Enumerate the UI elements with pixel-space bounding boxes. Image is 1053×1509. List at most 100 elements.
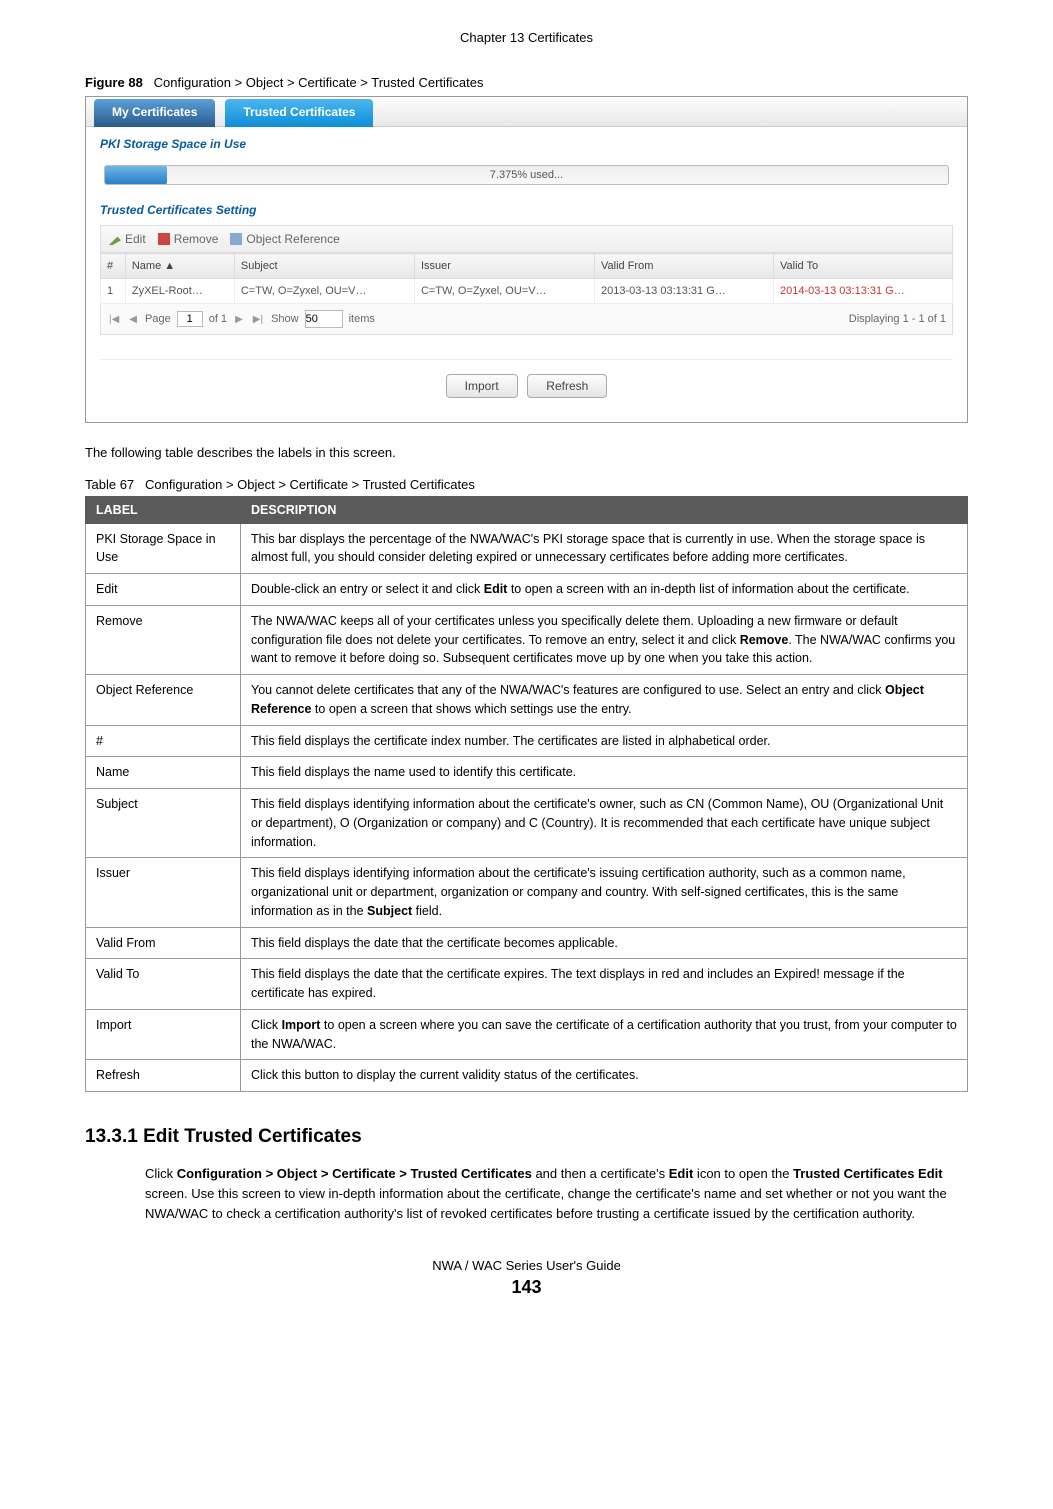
object-reference-label: Object Reference <box>246 232 339 246</box>
col-issuer[interactable]: Issuer <box>414 254 594 279</box>
pager-page-label: Page <box>145 313 171 325</box>
cell-name: ZyXEL-Root… <box>125 279 234 304</box>
pager-last-icon[interactable]: ▶| <box>251 314 265 325</box>
tab-bar: My Certificates Trusted Certificates <box>86 97 967 127</box>
section-body: Click Configuration > Object > Certifica… <box>145 1164 968 1224</box>
table-label: Table 67 <box>85 477 134 492</box>
pager-of-label: of 1 <box>209 313 227 325</box>
label-cell: Name <box>86 757 241 789</box>
object-reference-icon <box>230 233 242 245</box>
description-cell: You cannot delete certificates that any … <box>241 675 968 726</box>
pager: |◀ ◀ Page of 1 ▶ ▶| Show items Displayin… <box>100 304 953 335</box>
pager-page-input[interactable] <box>177 311 203 327</box>
table-row: IssuerThis field displays identifying in… <box>86 858 968 927</box>
label-cell: Subject <box>86 789 241 858</box>
tab-trusted-certificates[interactable]: Trusted Certificates <box>225 99 373 127</box>
footer-page: 143 <box>85 1277 968 1298</box>
description-cell: This bar displays the percentage of the … <box>241 523 968 574</box>
pager-prev-icon[interactable]: ◀ <box>127 314 139 325</box>
screenshot-panel: My Certificates Trusted Certificates PKI… <box>85 96 968 423</box>
trusted-setting-title: Trusted Certificates Setting <box>100 203 953 217</box>
label-cell: Issuer <box>86 858 241 927</box>
object-reference-button[interactable]: Object Reference <box>230 232 339 246</box>
remove-button[interactable]: Remove <box>158 232 219 246</box>
edit-label: Edit <box>125 232 146 246</box>
description-table: LABEL DESCRIPTION PKI Storage Space in U… <box>85 496 968 1093</box>
label-cell: Valid From <box>86 927 241 959</box>
table-caption: Table 67 Configuration > Object > Certif… <box>85 477 968 492</box>
section-heading: 13.3.1 Edit Trusted Certificates <box>85 1126 968 1148</box>
section-text-f: Trusted Certificates Edit <box>793 1166 943 1181</box>
description-cell: Click Import to open a screen where you … <box>241 1009 968 1060</box>
certificates-table: # Name ▲ Subject Issuer Valid From Valid… <box>100 253 953 304</box>
description-cell: Double-click an entry or select it and c… <box>241 574 968 606</box>
toolbar: Edit Remove Object Reference <box>100 225 953 253</box>
header-label: LABEL <box>86 496 241 523</box>
tab-my-certificates[interactable]: My Certificates <box>94 99 215 127</box>
cell-subject: C=TW, O=Zyxel, OU=V… <box>234 279 414 304</box>
footer-guide: NWA / WAC Series User's Guide <box>85 1258 968 1273</box>
pager-display-label: Displaying 1 - 1 of 1 <box>849 313 946 325</box>
description-cell: The NWA/WAC keeps all of your certificat… <box>241 605 968 674</box>
section-text-e: icon to open the <box>693 1166 793 1181</box>
label-cell: PKI Storage Space in Use <box>86 523 241 574</box>
table-row: RefreshClick this button to display the … <box>86 1060 968 1092</box>
cell-valid-to: 2014-03-13 03:13:31 G… <box>773 279 952 304</box>
pager-show-select[interactable] <box>305 310 343 328</box>
table-row[interactable]: 1 ZyXEL-Root… C=TW, O=Zyxel, OU=V… C=TW,… <box>101 279 953 304</box>
table-row: Object ReferenceYou cannot delete certif… <box>86 675 968 726</box>
description-cell: This field displays identifying informat… <box>241 789 968 858</box>
label-cell: Refresh <box>86 1060 241 1092</box>
figure-label: Figure 88 <box>85 75 143 90</box>
label-cell: Remove <box>86 605 241 674</box>
section-text-c: and then a certificate's <box>532 1166 669 1181</box>
table-row: Valid FromThis field displays the date t… <box>86 927 968 959</box>
table-row: RemoveThe NWA/WAC keeps all of your cert… <box>86 605 968 674</box>
cell-num: 1 <box>101 279 126 304</box>
col-name[interactable]: Name ▲ <box>125 254 234 279</box>
refresh-button[interactable]: Refresh <box>527 374 607 398</box>
col-num[interactable]: # <box>101 254 126 279</box>
pager-show-label: Show <box>271 313 299 325</box>
table-row: NameThis field displays the name used to… <box>86 757 968 789</box>
section-text-d: Edit <box>669 1166 694 1181</box>
label-cell: Object Reference <box>86 675 241 726</box>
cell-issuer: C=TW, O=Zyxel, OU=V… <box>414 279 594 304</box>
table-caption-text: Configuration > Object > Certificate > T… <box>145 477 475 492</box>
import-button[interactable]: Import <box>446 374 518 398</box>
remove-icon <box>158 233 170 245</box>
pki-storage-title: PKI Storage Space in Use <box>100 137 953 151</box>
edit-button[interactable]: Edit <box>109 232 146 246</box>
figure-caption-text: Configuration > Object > Certificate > T… <box>154 75 484 90</box>
pager-first-icon[interactable]: |◀ <box>107 314 121 325</box>
description-cell: This field displays the date that the ce… <box>241 959 968 1010</box>
col-subject[interactable]: Subject <box>234 254 414 279</box>
label-cell: # <box>86 725 241 757</box>
label-cell: Import <box>86 1009 241 1060</box>
table-row: SubjectThis field displays identifying i… <box>86 789 968 858</box>
col-valid-from[interactable]: Valid From <box>595 254 774 279</box>
description-cell: This field displays the certificate inde… <box>241 725 968 757</box>
table-row: PKI Storage Space in UseThis bar display… <box>86 523 968 574</box>
edit-icon <box>109 233 121 245</box>
table-row: ImportClick Import to open a screen wher… <box>86 1009 968 1060</box>
section-text-a: Click <box>145 1166 177 1181</box>
description-cell: Click this button to display the current… <box>241 1060 968 1092</box>
pager-next-icon[interactable]: ▶ <box>233 314 245 325</box>
label-cell: Valid To <box>86 959 241 1010</box>
pki-progress-bar: 7.375% used... <box>104 165 949 185</box>
intro-text: The following table describes the labels… <box>85 443 968 463</box>
table-row: Valid ToThis field displays the date tha… <box>86 959 968 1010</box>
section-text-b: Configuration > Object > Certificate > T… <box>177 1166 532 1181</box>
screenshot-footer: Import Refresh <box>100 359 953 412</box>
header-description: DESCRIPTION <box>241 496 968 523</box>
description-cell: This field displays the name used to ide… <box>241 757 968 789</box>
table-row: #This field displays the certificate ind… <box>86 725 968 757</box>
chapter-header: Chapter 13 Certificates <box>85 30 968 45</box>
section-text-g: screen. Use this screen to view in-depth… <box>145 1186 947 1221</box>
description-cell: This field displays identifying informat… <box>241 858 968 927</box>
figure-caption: Figure 88 Configuration > Object > Certi… <box>85 75 968 90</box>
table-row: EditDouble-click an entry or select it a… <box>86 574 968 606</box>
pki-progress-label: 7.375% used... <box>490 169 563 181</box>
col-valid-to[interactable]: Valid To <box>773 254 952 279</box>
